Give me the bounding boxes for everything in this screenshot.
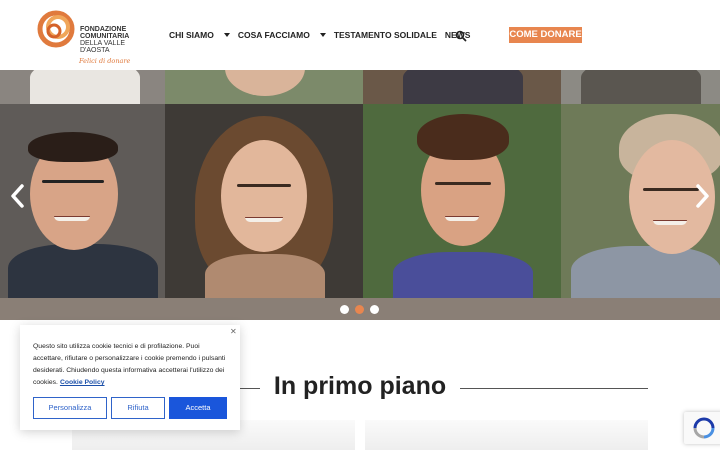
recaptcha-badge[interactable] [684, 412, 720, 444]
title-divider-right [460, 388, 648, 389]
nav-item-testamento-solidale[interactable]: TESTAMENTO SOLIDALE [334, 30, 437, 40]
cookie-policy-link[interactable]: Cookie Policy [60, 379, 105, 386]
slider-dot[interactable] [340, 305, 349, 314]
chevron-right-icon[interactable] [693, 183, 711, 209]
hero-photo-tile [165, 104, 363, 298]
cookie-banner: ✕ Questo sito utilizza cookie tecnici e … [20, 325, 240, 430]
slider-dots [340, 305, 385, 314]
nav-item-chi-siamo[interactable]: CHI SIAMO [169, 30, 230, 40]
section-title: In primo piano [273, 372, 447, 400]
logo-mark-icon [37, 10, 75, 48]
chevron-left-icon[interactable] [9, 183, 27, 209]
hero-photo-tile [561, 70, 720, 104]
donate-button[interactable]: COME DONARE [509, 27, 582, 43]
nav-item-cosa-facciamo[interactable]: COSA FACCIAMO [238, 30, 326, 40]
slider-dot[interactable] [370, 305, 379, 314]
hero-photo-tile [165, 70, 363, 104]
logo-name-line4: D'AOSTA [80, 47, 110, 54]
site-header: FONDAZIONE COMUNITARIA DELLA VALLE D'AOS… [0, 0, 720, 70]
caret-down-icon[interactable] [223, 33, 230, 37]
reject-button[interactable]: Rifiuta [111, 397, 165, 419]
nav-item-label: CHI SIAMO [169, 30, 214, 40]
main-nav: CHI SIAMO COSA FACCIAMO TESTAMENTO SOLID… [169, 28, 478, 42]
logo[interactable]: FONDAZIONE COMUNITARIA DELLA VALLE D'AOS… [36, 7, 136, 65]
accept-button[interactable]: Accetta [169, 397, 227, 419]
slider-dot-active[interactable] [355, 305, 364, 314]
hero-photo-tile [0, 70, 165, 104]
cookie-message: Questo sito utilizza cookie tecnici e di… [33, 341, 231, 389]
hero-photo-tile [363, 70, 561, 104]
customize-button[interactable]: Personalizza [33, 397, 107, 419]
search-icon[interactable] [455, 29, 467, 42]
featured-card[interactable] [365, 420, 648, 450]
nav-item-label: TESTAMENTO SOLIDALE [333, 30, 437, 40]
nav-item-label: COSA FACCIAMO [237, 30, 310, 40]
recaptcha-icon [693, 417, 715, 439]
page: FONDAZIONE COMUNITARIA DELLA VALLE D'AOS… [0, 0, 720, 450]
hero-photo-tile [363, 104, 561, 298]
close-icon[interactable]: ✕ [230, 327, 237, 336]
hero-slider [0, 70, 720, 320]
logo-tagline: Felici di donare [79, 57, 131, 65]
caret-down-icon[interactable] [319, 33, 326, 37]
